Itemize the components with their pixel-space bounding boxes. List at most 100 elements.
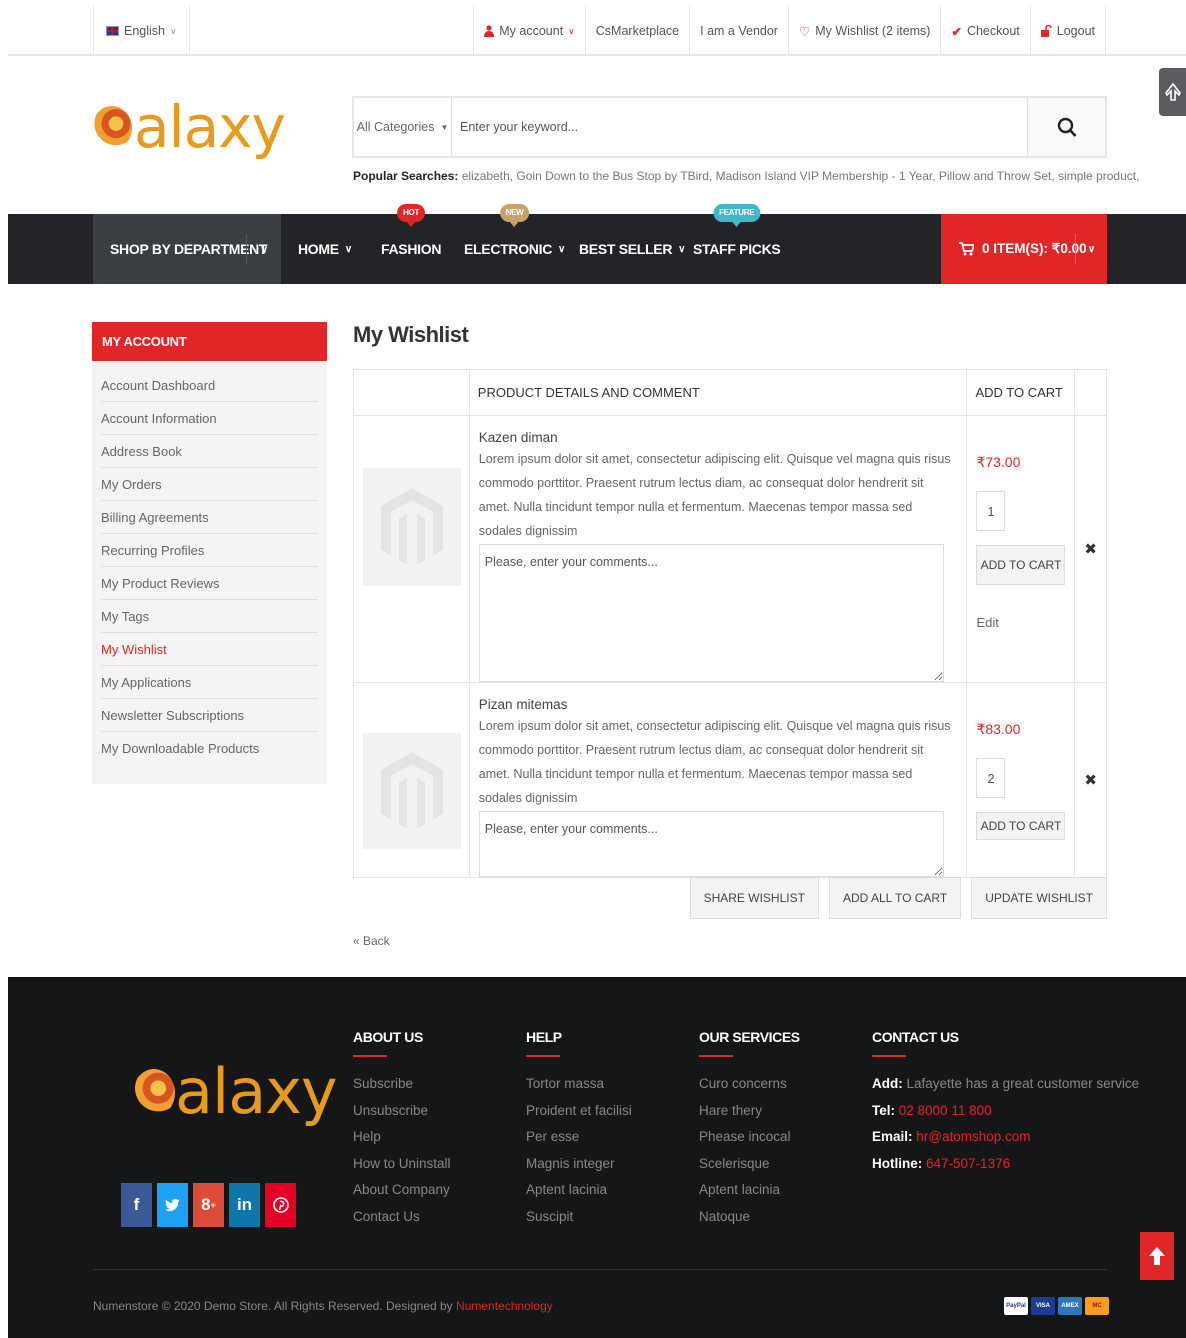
sidebar-item-account-dashboard[interactable]: Account Dashboard bbox=[101, 369, 318, 402]
designer-link[interactable]: Numentechnology bbox=[456, 1299, 553, 1313]
product-image[interactable] bbox=[363, 733, 461, 849]
shop-by-department[interactable]: SHOP BY DEPARTMENT ∨ bbox=[93, 214, 281, 284]
nav-home[interactable]: HOME ∨ bbox=[298, 214, 352, 284]
sidebar-item-my-downloadable-products[interactable]: My Downloadable Products bbox=[101, 732, 318, 765]
footer-link[interactable]: Tortor massa bbox=[526, 1071, 632, 1098]
edit-link[interactable]: Edit bbox=[976, 615, 1065, 630]
checkout-link[interactable]: ✔ Checkout bbox=[940, 6, 1029, 56]
remove-icon[interactable]: ✖ bbox=[1084, 541, 1097, 558]
quantity-input[interactable] bbox=[976, 758, 1006, 798]
product-name[interactable]: Pizan mitemas bbox=[479, 697, 958, 713]
sidebar-item-newsletter-subscriptions[interactable]: Newsletter Subscriptions bbox=[101, 699, 318, 732]
footer-link[interactable]: Proident et facilisi bbox=[526, 1098, 632, 1125]
search-input[interactable] bbox=[452, 98, 1027, 156]
wishlist-link[interactable]: ♡ My Wishlist (2 items) bbox=[787, 6, 941, 56]
share-wishlist-button[interactable]: SHARE WISHLIST bbox=[689, 877, 819, 919]
side-tool-button[interactable] bbox=[1159, 68, 1186, 116]
new-badge: NEW bbox=[499, 204, 530, 227]
nav-best-seller[interactable]: BEST SELLER ∨ bbox=[579, 214, 685, 284]
back-link[interactable]: « Back bbox=[353, 934, 390, 948]
top-links: My account ∨ CsMarketplace I am a Vendor… bbox=[473, 6, 1106, 56]
nav-fashion[interactable]: HOT FASHION bbox=[381, 204, 441, 284]
footer-link[interactable]: Magnis integer bbox=[526, 1151, 632, 1178]
search-button[interactable] bbox=[1027, 98, 1105, 156]
footer-link[interactable]: Curo concerns bbox=[699, 1071, 800, 1098]
arrow-up-icon bbox=[1149, 1247, 1165, 1265]
remove-icon[interactable]: ✖ bbox=[1084, 772, 1097, 789]
sidebar-item-billing-agreements[interactable]: Billing Agreements bbox=[101, 501, 318, 534]
comment-field[interactable] bbox=[478, 544, 944, 682]
footer-link[interactable]: Unsubscribe bbox=[353, 1098, 451, 1125]
google-plus-icon[interactable]: 8 + bbox=[193, 1183, 224, 1227]
lock-icon bbox=[1040, 25, 1052, 37]
footer-link[interactable]: Aptent lacinia bbox=[526, 1177, 632, 1204]
add-to-cart-cell: ₹73.00 ADD TO CART Edit bbox=[966, 415, 1076, 683]
footer-link[interactable]: Hare thery bbox=[699, 1098, 800, 1125]
facebook-icon[interactable]: f bbox=[121, 1183, 152, 1227]
footer-link[interactable]: Contact Us bbox=[353, 1204, 451, 1231]
sidebar-item-my-product-reviews[interactable]: My Product Reviews bbox=[101, 567, 318, 600]
language-selector[interactable]: English ∨ bbox=[93, 6, 190, 56]
product-name[interactable]: Kazen diman bbox=[479, 430, 958, 446]
footer-link[interactable]: Scelerisque bbox=[699, 1151, 800, 1178]
email-value[interactable]: hr@atomshop.com bbox=[916, 1129, 1030, 1144]
sidebar-item-my-wishlist[interactable]: My Wishlist bbox=[101, 633, 318, 666]
popular-searches-terms[interactable]: elizabeth, Goin Down to the Bus Stop by … bbox=[462, 169, 1140, 183]
address-label: Add: bbox=[872, 1076, 903, 1091]
footer-logo[interactable]: alaxy bbox=[133, 1055, 338, 1128]
footer-services-title: OUR SERVICES bbox=[699, 1029, 800, 1057]
update-wishlist-button[interactable]: UPDATE WISHLIST bbox=[971, 877, 1107, 919]
footer-link[interactable]: How to Uninstall bbox=[353, 1151, 451, 1178]
remove-cell: ✖ bbox=[1074, 415, 1107, 683]
sidebar-item-my-orders[interactable]: My Orders bbox=[101, 468, 318, 501]
tel-value[interactable]: 02 8000 11 800 bbox=[899, 1103, 992, 1118]
twitter-icon[interactable] bbox=[157, 1183, 188, 1227]
footer-link[interactable]: Natoque bbox=[699, 1204, 800, 1231]
product-image[interactable] bbox=[363, 468, 461, 586]
footer-link[interactable]: Aptent lacinia bbox=[699, 1177, 800, 1204]
logo-swirl-icon bbox=[92, 106, 132, 150]
chevron-down-icon: ∨ bbox=[568, 25, 575, 36]
footer-contact-title: CONTACT US bbox=[872, 1029, 1139, 1057]
hot-badge-label: HOT bbox=[403, 208, 420, 217]
add-to-cart-button[interactable]: ADD TO CART bbox=[976, 545, 1066, 585]
sidebar-item-my-tags[interactable]: My Tags bbox=[101, 600, 318, 633]
category-select[interactable]: All Categories ▼ bbox=[354, 98, 452, 156]
back-to-top-button[interactable] bbox=[1140, 1232, 1174, 1280]
logout-link[interactable]: Logout bbox=[1029, 6, 1106, 56]
nav-electronic[interactable]: NEW ELECTRONIC ∨ bbox=[464, 204, 565, 284]
header-cart[interactable]: 0 ITEM(S): ₹0.00 ∨ bbox=[941, 214, 1107, 284]
csmarketplace-link[interactable]: CsMarketplace bbox=[584, 6, 689, 56]
sidebar-item-account-information[interactable]: Account Information bbox=[101, 402, 318, 435]
hotline-value[interactable]: 647-507-1376 bbox=[926, 1156, 1010, 1171]
footer-help-column: HELP Tortor massa Proident et facilisi P… bbox=[526, 1029, 632, 1230]
footer-link[interactable]: Suscipit bbox=[526, 1204, 632, 1231]
tel-label: Tel: bbox=[872, 1102, 895, 1118]
footer-link[interactable]: Phease incocal bbox=[699, 1124, 800, 1151]
pinterest-icon[interactable] bbox=[265, 1183, 296, 1227]
details-column-header: PRODUCT DETAILS AND COMMENT bbox=[468, 369, 968, 416]
site-logo[interactable]: alaxy bbox=[92, 92, 286, 162]
nav-staff-picks[interactable]: FEATURE STAFF PICKS bbox=[693, 204, 781, 284]
sidebar-item-recurring-profiles[interactable]: Recurring Profiles bbox=[101, 534, 318, 567]
wishlist-label: My Wishlist (2 items) bbox=[815, 24, 931, 38]
sidebar-item-address-book[interactable]: Address Book bbox=[101, 435, 318, 468]
chevron-down-icon[interactable]: ∨ bbox=[246, 234, 281, 264]
footer-link[interactable]: Help bbox=[353, 1124, 451, 1151]
my-account-link[interactable]: My account ∨ bbox=[473, 6, 585, 56]
pointer-icon bbox=[1164, 83, 1181, 101]
footer-link[interactable]: About Company bbox=[353, 1177, 451, 1204]
quantity-input[interactable] bbox=[976, 491, 1006, 531]
chevron-down-icon[interactable]: ∨ bbox=[1075, 234, 1107, 264]
footer-link[interactable]: Subscribe bbox=[353, 1071, 451, 1098]
footer-logo-text: alaxy bbox=[175, 1055, 338, 1128]
comment-field[interactable] bbox=[478, 811, 944, 877]
sidebar-title: MY ACCOUNT bbox=[92, 322, 327, 361]
add-all-to-cart-button[interactable]: ADD ALL TO CART bbox=[828, 877, 962, 919]
add-to-cart-button[interactable]: ADD TO CART bbox=[976, 812, 1066, 840]
vendor-link[interactable]: I am a Vendor bbox=[689, 6, 788, 56]
sidebar-item-my-applications[interactable]: My Applications bbox=[101, 666, 318, 699]
paypal-icon: PayPal bbox=[1004, 1297, 1028, 1315]
linkedin-icon[interactable]: in bbox=[229, 1183, 260, 1227]
footer-link[interactable]: Per esse bbox=[526, 1124, 632, 1151]
